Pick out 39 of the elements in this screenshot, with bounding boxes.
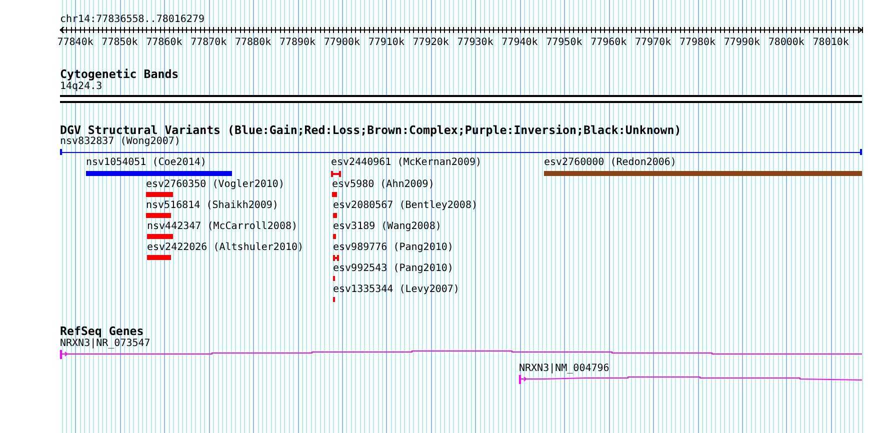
ruler-tick-label: 77920k — [412, 37, 449, 48]
ruler-tick-label: 77990k — [724, 37, 760, 48]
track-title: RefSeq Genes — [60, 325, 144, 338]
gene-label: NRXN3|NR_073547 — [60, 338, 150, 349]
ruler-tick-label: 77900k — [324, 37, 360, 48]
feature-label: esv5980 (Ahn2009) — [332, 179, 434, 190]
ruler-tick-label: 77870k — [190, 37, 227, 48]
feature-label: esv2080567 (Bentley2008) — [333, 200, 478, 211]
feature-label: esv992543 (Pang2010) — [333, 263, 454, 274]
feature-label: esv2422026 (Altshuler2010) — [147, 242, 304, 253]
ruler-tick-label: 77890k — [279, 37, 316, 48]
feature-label: nsv442347 (McCarroll2008) — [147, 221, 298, 232]
ruler-tick-label: 77980k — [679, 37, 716, 48]
ruler-tick-label: 77860k — [146, 37, 182, 48]
track-title: Cytogenetic Bands — [60, 68, 179, 81]
ruler-tick-label: 77970k — [635, 37, 672, 48]
ruler-tick-label: 78000k — [768, 37, 804, 48]
feature-label: esv2440961 (McKernan2009) — [331, 157, 482, 168]
ruler-tick-label: 77910k — [368, 37, 404, 48]
ruler-tick-label: 77950k — [546, 37, 582, 48]
feature-label: esv2760000 (Redon2006) — [544, 157, 676, 168]
band-label: 14q24.3 — [60, 81, 102, 93]
location-label: chr14:77836558..78016279 — [60, 14, 204, 26]
ruler-tick-label: 77960k — [590, 37, 627, 48]
ruler-tick-label: 77880k — [235, 37, 272, 48]
gene-label: NRXN3|NM_004796 — [519, 363, 610, 374]
feature-label: esv3189 (Wang2008) — [333, 221, 442, 232]
feature-label: esv989776 (Pang2010) — [333, 242, 454, 253]
ruler-tick-label: 77940k — [502, 37, 538, 48]
ruler-tick-label: 77840k — [57, 37, 94, 48]
feature-label: esv2760350 (Vogler2010) — [146, 179, 284, 190]
track-title: DGV Structural Variants (Blue:Gain;Red:Loss;Brown:Complex;Purple:Inversion;Black:Unknown) — [60, 124, 682, 137]
ruler-tick-label: 77930k — [457, 37, 494, 48]
feature-label: nsv516814 (Shaikh2009) — [146, 200, 278, 211]
feature-label: esv1335344 (Levy2007) — [333, 284, 460, 295]
feature-label: nsv1054051 (Coe2014) — [86, 157, 206, 168]
feature-label: nsv832837 (Wong2007) — [60, 136, 180, 147]
ruler-tick-label: 77850k — [102, 37, 138, 48]
ruler-tick-label: 78010k — [812, 37, 849, 48]
